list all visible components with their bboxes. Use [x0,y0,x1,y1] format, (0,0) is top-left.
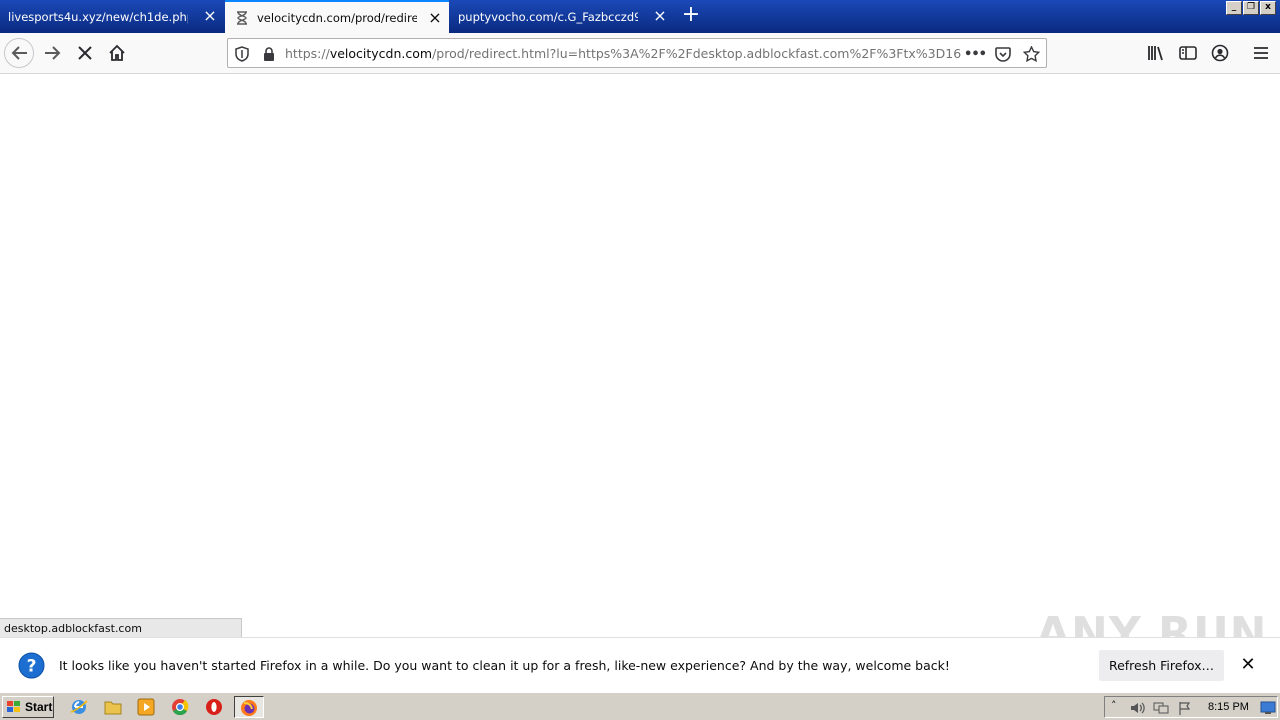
shield-icon[interactable] [233,45,251,63]
status-panel: desktop.adblockfast.com [0,618,242,637]
new-tab-button[interactable]: + [678,4,704,28]
network-icon [1153,702,1169,714]
firefox-taskbar-button[interactable] [234,696,264,718]
stop-button[interactable] [70,38,100,68]
tab-velocitycdn[interactable]: velocitycdn.com/prod/redirect.html × [225,0,449,33]
forward-arrow-icon [45,46,61,60]
window-controls: _ ❐ x [1226,1,1276,15]
sidebar-icon[interactable] [1177,42,1199,64]
forward-button[interactable] [38,38,68,68]
internet-explorer-icon[interactable] [70,698,88,716]
opera-icon[interactable] [205,698,223,716]
close-tab-icon[interactable]: × [202,8,218,24]
tab-label: livesports4u.xyz/new/ch1de.php [8,9,188,24]
url-bar[interactable]: https://velocitycdn.com/prod/redirect.ht… [227,38,1047,68]
tab-label: puptyvocho.com/c.G_Fazbcczd9-kfag! [458,9,638,24]
close-notification-icon[interactable]: ✕ [1238,656,1258,676]
firefox-icon [241,700,257,716]
chrome-icon[interactable] [171,698,189,716]
notification-message: It looks like you haven't started Firefo… [59,658,950,673]
taskbar: Start ˄ 8:15 PM [0,692,1280,720]
file-explorer-icon[interactable] [104,698,122,716]
hourglass-icon [235,10,249,25]
back-arrow-icon [11,46,27,60]
start-button[interactable]: Start [2,696,54,718]
show-hidden-icons-icon[interactable]: ˄ [1111,699,1117,712]
question-icon: ? [18,652,45,679]
bookmark-star-icon[interactable] [1022,45,1040,63]
close-tab-icon[interactable]: × [652,8,668,24]
pocket-icon[interactable] [994,45,1012,63]
url-text[interactable]: https://velocitycdn.com/prod/redirect.ht… [285,46,961,61]
back-button[interactable] [4,38,34,68]
tab-puptyvocho[interactable]: puptyvocho.com/c.G_Fazbcczd9-kfag! × [450,0,674,33]
clock: 8:15 PM [1208,701,1249,713]
close-window-button[interactable]: x [1260,1,1276,15]
minimize-button[interactable]: _ [1226,1,1242,15]
media-player-icon[interactable] [137,698,155,716]
url-scheme: https:// [285,46,330,61]
page-content [0,74,1280,618]
stop-icon [78,46,92,60]
refresh-firefox-button[interactable]: Refresh Firefox… [1099,650,1224,681]
show-desktop-icon [1260,701,1276,714]
account-icon[interactable] [1209,42,1231,64]
url-host: velocitycdn.com [329,46,433,61]
page-actions-icon[interactable]: ••• [964,45,987,63]
close-tab-icon[interactable]: × [427,10,443,26]
home-icon [109,44,125,61]
volume-icon [1131,702,1145,714]
navigation-bar: https://velocitycdn.com/prod/redirect.ht… [0,33,1280,74]
lock-icon[interactable] [260,45,278,63]
tab-livesports[interactable]: livesports4u.xyz/new/ch1de.php × [0,0,224,33]
system-tray: ˄ [1104,696,1278,718]
url-path: /prod/redirect.html?lu=https%3A%2F%2Fdes… [432,46,961,61]
start-label: Start [25,700,53,714]
library-icon[interactable] [1145,42,1167,64]
hamburger-menu-icon[interactable] [1250,42,1272,64]
svg-text:?: ? [27,657,37,677]
action-center-flag-icon [1179,702,1191,715]
restore-button[interactable]: ❐ [1243,1,1259,15]
notification-bar: ? It looks like you haven't started Fire… [0,637,1280,692]
tab-label: velocitycdn.com/prod/redirect.html [257,10,417,25]
tab-strip: livesports4u.xyz/new/ch1de.php × velocit… [0,0,1280,33]
home-button[interactable] [102,38,132,68]
windows-logo-icon [7,701,20,712]
